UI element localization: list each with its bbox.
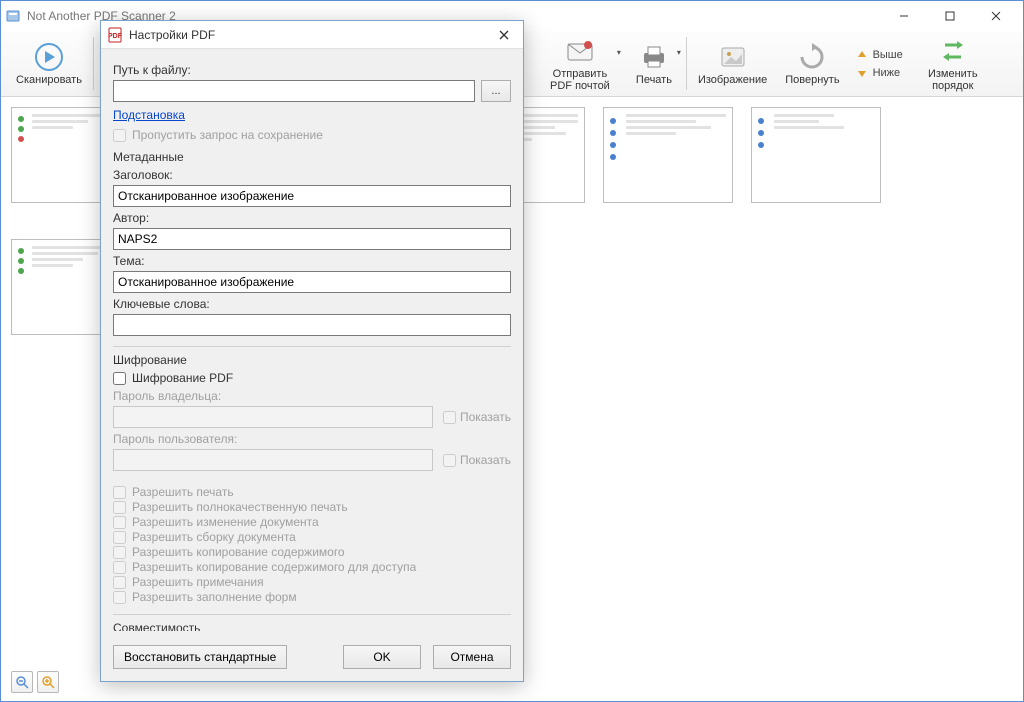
- scan-label: Сканировать: [16, 74, 82, 86]
- subject-label: Тема:: [113, 254, 511, 268]
- user-pw-label: Пароль пользователя:: [113, 432, 511, 446]
- minimize-button[interactable]: [881, 1, 927, 31]
- rotate-icon: [796, 41, 828, 73]
- toolbar-separator: [93, 37, 94, 90]
- permissions-list: Разрешить печать Разрешить полнокачестве…: [113, 485, 511, 604]
- arrow-up-icon: [855, 48, 869, 62]
- window-controls: [881, 1, 1019, 31]
- pdf-icon: PDF: [107, 27, 123, 43]
- owner-pw-label: Пароль владельца:: [113, 389, 511, 403]
- perm-print-checkbox: [113, 486, 126, 499]
- move-up-button[interactable]: Выше: [855, 48, 903, 62]
- perm-modify-checkbox: [113, 516, 126, 529]
- send-pdf-button[interactable]: Отправить PDF почтой ▾: [536, 33, 624, 94]
- encrypt-label: Шифрование PDF: [132, 371, 233, 385]
- browse-button[interactable]: ...: [481, 80, 511, 102]
- user-show-checkbox-row: Показать: [443, 453, 511, 467]
- maximize-button[interactable]: [927, 1, 973, 31]
- scan-button[interactable]: Сканировать: [7, 33, 91, 94]
- dialog-body: Путь к файлу: ... Подстановка Пропустить…: [101, 49, 523, 631]
- arrow-down-icon: [855, 66, 869, 80]
- dialog-titlebar: PDF Настройки PDF: [101, 21, 523, 49]
- perm-copyaccess-checkbox: [113, 561, 126, 574]
- user-pw-input: [113, 449, 433, 471]
- move-down-button[interactable]: Ниже: [855, 66, 903, 80]
- printer-icon: [638, 41, 670, 73]
- encrypt-checkbox-row[interactable]: Шифрование PDF: [113, 371, 511, 385]
- metadata-section-label: Метаданные: [113, 150, 511, 164]
- toolbar-separator: [686, 37, 687, 90]
- svg-text:PDF: PDF: [108, 33, 123, 40]
- substitution-link[interactable]: Подстановка: [113, 108, 185, 122]
- image-icon: [717, 41, 749, 73]
- keywords-input[interactable]: [113, 314, 511, 336]
- divider: [113, 346, 511, 347]
- author-input[interactable]: [113, 228, 511, 250]
- compat-section-label: Совместимость: [113, 621, 511, 631]
- reorder-button[interactable]: Изменить порядок: [909, 33, 997, 94]
- move-stack: Выше Ниже: [849, 33, 909, 94]
- divider: [113, 614, 511, 615]
- rotate-button[interactable]: Повернуть: [776, 33, 848, 94]
- dialog-close-button[interactable]: [491, 24, 517, 46]
- path-label: Путь к файлу:: [113, 63, 511, 77]
- skip-save-checkbox: [113, 129, 126, 142]
- title-label: Заголовок:: [113, 168, 511, 182]
- owner-show-checkbox-row: Показать: [443, 410, 511, 424]
- perm-assembly-checkbox: [113, 531, 126, 544]
- restore-defaults-button[interactable]: Восстановить стандартные: [113, 645, 287, 669]
- skip-save-checkbox-row: Пропустить запрос на сохранение: [113, 128, 511, 142]
- cancel-button[interactable]: Отмена: [433, 645, 511, 669]
- encryption-section-label: Шифрование: [113, 353, 511, 367]
- move-up-label: Выше: [873, 49, 903, 61]
- skip-save-label: Пропустить запрос на сохранение: [132, 128, 323, 142]
- send-pdf-label: Отправить PDF почтой: [545, 68, 615, 92]
- subject-input[interactable]: [113, 271, 511, 293]
- thumbnail[interactable]: [751, 107, 881, 203]
- ok-button[interactable]: OK: [343, 645, 421, 669]
- owner-show-checkbox: [443, 411, 456, 424]
- perm-fullprint-checkbox: [113, 501, 126, 514]
- pdf-settings-dialog: PDF Настройки PDF Путь к файлу: ... Подс…: [100, 20, 524, 682]
- user-show-checkbox: [443, 454, 456, 467]
- zoom-controls: [11, 671, 59, 693]
- chevron-down-icon: ▾: [617, 48, 621, 57]
- print-button[interactable]: Печать ▾: [624, 33, 684, 94]
- scan-icon: [33, 41, 65, 73]
- title-input[interactable]: [113, 185, 511, 207]
- rotate-label: Повернуть: [785, 74, 839, 86]
- move-down-label: Ниже: [873, 67, 901, 79]
- mail-icon: [564, 35, 596, 67]
- app-icon: [5, 8, 21, 24]
- zoom-in-button[interactable]: [37, 671, 59, 693]
- chevron-down-icon: ▾: [677, 48, 681, 57]
- image-label: Изображение: [698, 74, 767, 86]
- reorder-label: Изменить порядок: [918, 68, 988, 92]
- perm-copy-checkbox: [113, 546, 126, 559]
- zoom-out-button[interactable]: [11, 671, 33, 693]
- image-button[interactable]: Изображение: [689, 33, 776, 94]
- perm-forms-checkbox: [113, 591, 126, 604]
- keywords-label: Ключевые слова:: [113, 297, 511, 311]
- reorder-icon: [937, 35, 969, 67]
- owner-pw-input: [113, 406, 433, 428]
- close-button[interactable]: [973, 1, 1019, 31]
- dialog-title: Настройки PDF: [129, 28, 491, 42]
- dialog-footer: Восстановить стандартные OK Отмена: [101, 631, 523, 681]
- encrypt-checkbox[interactable]: [113, 372, 126, 385]
- perm-annot-checkbox: [113, 576, 126, 589]
- thumbnail[interactable]: [603, 107, 733, 203]
- author-label: Автор:: [113, 211, 511, 225]
- path-input[interactable]: [113, 80, 475, 102]
- print-label: Печать: [636, 74, 672, 86]
